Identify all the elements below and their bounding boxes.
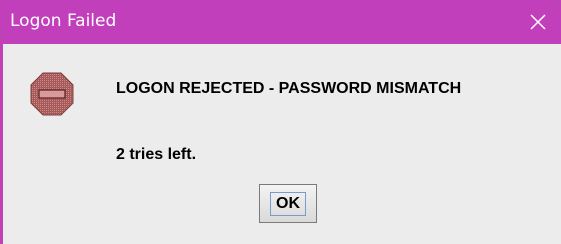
logon-failed-dialog: Logon Failed LOGON REJECTED - PASSWORD M… <box>0 0 561 244</box>
tries-left-text: 2 tries left. <box>116 146 197 163</box>
close-icon <box>530 14 546 30</box>
ok-button[interactable]: OK <box>259 184 317 223</box>
ok-button-label: OK <box>270 191 306 216</box>
title-bar[interactable]: Logon Failed <box>3 0 561 44</box>
stop-sign-icon <box>30 72 74 116</box>
window-title: Logon Failed <box>10 11 117 31</box>
dialog-content: LOGON REJECTED - PASSWORD MISMATCH 2 tri… <box>3 44 561 244</box>
close-button[interactable] <box>515 0 561 44</box>
error-message: LOGON REJECTED - PASSWORD MISMATCH <box>116 80 462 97</box>
